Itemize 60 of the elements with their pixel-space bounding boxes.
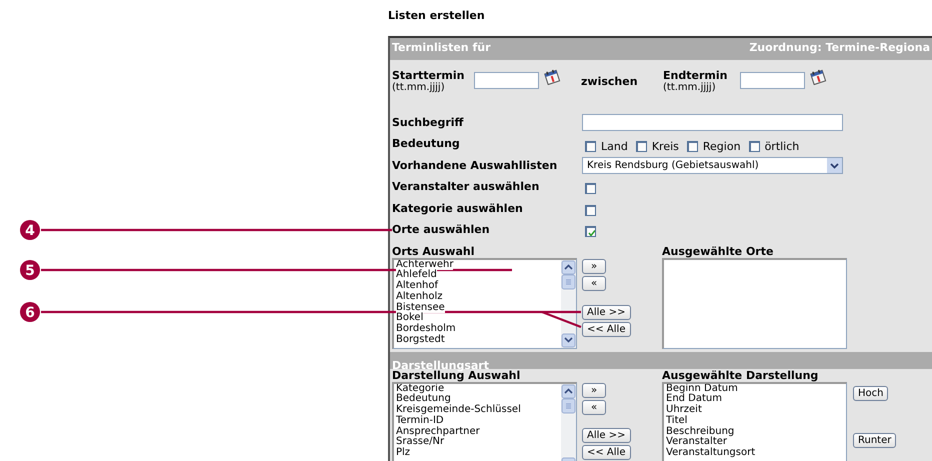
callout-marker: 4: [20, 220, 40, 240]
field-label: Kategorie auswählen: [392, 202, 524, 215]
transfer-button[interactable]: << Alle: [582, 444, 630, 460]
checkbox[interactable]: [686, 140, 698, 152]
dropdown[interactable]: Kreis Rendsburg (Gebietsauswahl): [582, 156, 843, 174]
list-item[interactable]: Veranstaltungsort: [666, 448, 756, 460]
field-label: Suchbegriff: [392, 116, 464, 128]
list-box[interactable]: [662, 258, 847, 348]
assignment-label: Zuordnung: Termine-Regiona: [749, 41, 930, 56]
list-label: Ausgewählte Darstellung: [662, 368, 820, 382]
order-button[interactable]: Hoch: [853, 386, 888, 400]
between-label: zwischen: [581, 75, 639, 88]
list-item[interactable]: Kreisgemeinde-Schlüssel: [396, 405, 521, 416]
checkbox[interactable]: [748, 140, 760, 152]
checkbox[interactable]: [585, 226, 596, 238]
list-item[interactable]: Borgstedt: [396, 335, 445, 346]
field-label: Starttermin: [392, 69, 466, 82]
transfer-button[interactable]: << Alle: [582, 322, 630, 336]
checkbox-label: Land: [601, 140, 628, 152]
checkbox[interactable]: [585, 204, 596, 216]
list-item[interactable]: Ansprechpartner: [396, 426, 480, 438]
search-field[interactable]: [582, 114, 843, 130]
scrollbar[interactable]: [561, 384, 576, 461]
checkbox[interactable]: [585, 140, 596, 152]
transfer-button[interactable]: Alle >>: [582, 428, 630, 442]
transfer-button[interactable]: »: [582, 382, 606, 398]
transfer-button[interactable]: »: [582, 258, 606, 274]
field-label: Veranstalter auswählen: [392, 180, 540, 194]
calendar-icon[interactable]: [543, 69, 561, 85]
format-hint: (tt.mm.jjjj): [663, 82, 717, 94]
panel-title: Terminlisten für: [392, 41, 491, 56]
callout-marker: 5: [20, 260, 40, 280]
list-label: Orts Auswahl: [392, 244, 476, 258]
field-label: Endtermin: [663, 69, 728, 82]
callout-marker: 6: [20, 302, 40, 322]
field-label: Orte auswählen: [392, 223, 491, 236]
checkbox-label: örtlich: [764, 140, 800, 152]
checkbox-label: Kreis: [652, 140, 679, 152]
calendar-icon[interactable]: [809, 69, 827, 85]
order-button[interactable]: Runter: [853, 432, 896, 448]
field-label: Vorhandene Auswahllisten: [392, 158, 558, 172]
transfer-button[interactable]: «: [582, 276, 606, 290]
date-field[interactable]: [474, 72, 539, 89]
checkbox[interactable]: [585, 183, 596, 194]
section-title: Darstellungsart: [392, 358, 489, 372]
checkbox[interactable]: [636, 140, 647, 152]
transfer-button[interactable]: «: [582, 400, 606, 414]
list-item[interactable]: Beschreibung: [666, 426, 734, 438]
checkbox-label: Region: [702, 140, 741, 152]
format-hint: (tt.mm.jjjj): [392, 82, 446, 94]
field-label: Bedeutung: [392, 136, 461, 150]
scrollbar[interactable]: [561, 260, 576, 348]
chevron-down-icon: [827, 158, 842, 172]
list-item[interactable]: Bedeutung: [396, 394, 451, 406]
transfer-button[interactable]: Alle >>: [582, 304, 630, 320]
page-title: Listen erstellen: [388, 9, 486, 24]
list-item[interactable]: Bistensee: [396, 302, 445, 314]
list-label: Darstellung Auswahl: [392, 368, 522, 382]
list-label: Ausgewählte Orte: [662, 244, 774, 258]
date-field[interactable]: [740, 72, 805, 89]
